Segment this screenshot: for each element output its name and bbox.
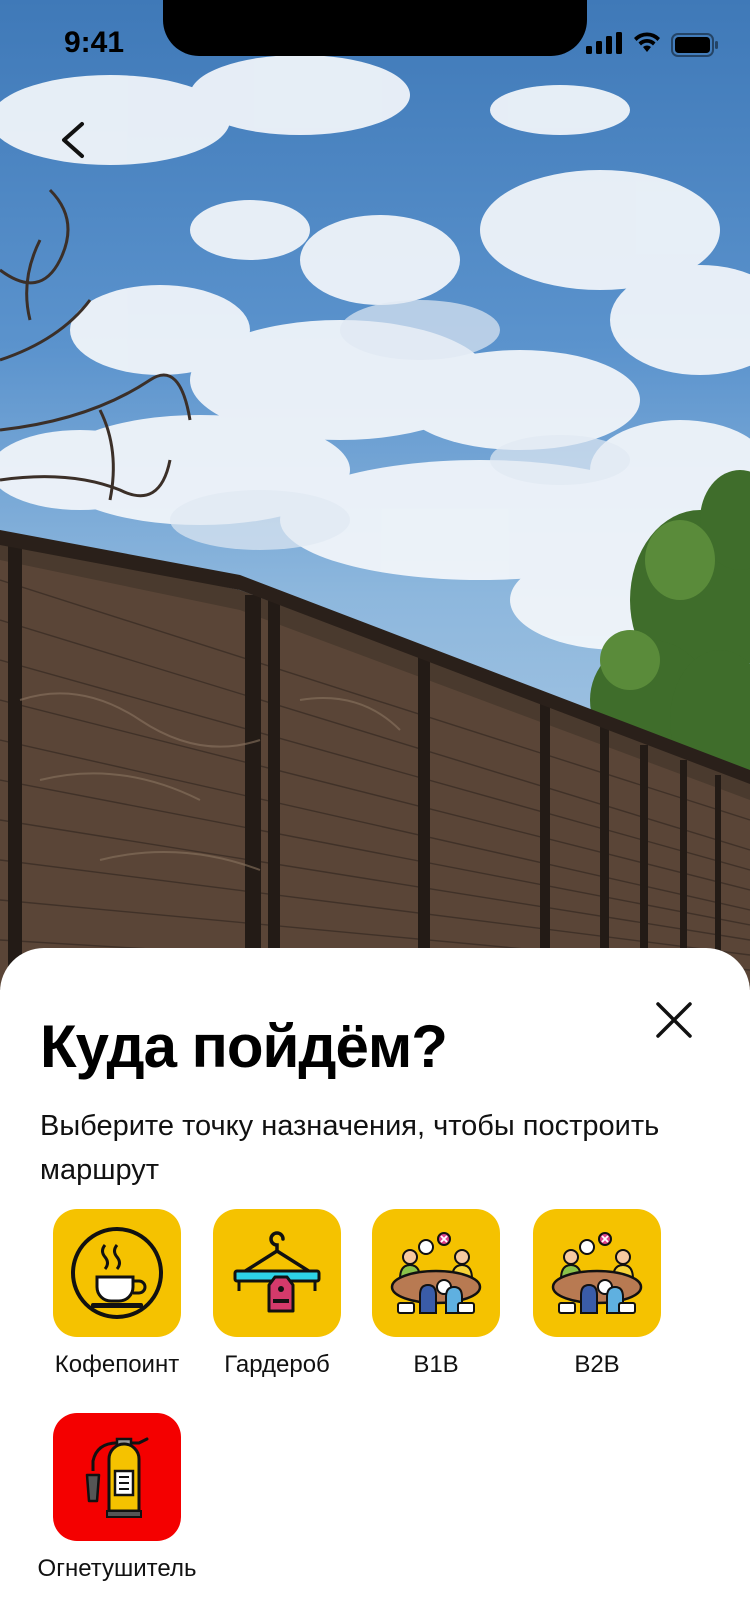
destination-label: Гардероб [224, 1351, 330, 1378]
meeting-table-icon [551, 1232, 643, 1314]
meeting-table-icon [390, 1232, 482, 1314]
close-icon [656, 1002, 692, 1038]
cellular-signal-icon [586, 32, 622, 54]
destination-label: B1B [413, 1351, 459, 1378]
fire-extinguisher-icon [85, 1437, 149, 1518]
destination-icon-tile [53, 1209, 181, 1337]
destination-icon-tile [53, 1413, 181, 1541]
notch [163, 0, 587, 56]
status-bar: 9:41 [0, 0, 750, 90]
destination-label: Кофепоинт [54, 1351, 180, 1378]
status-time: 9:41 [64, 26, 125, 59]
destination-b1b[interactable]: B1B [349, 1209, 523, 1379]
destination-icon-tile [213, 1209, 341, 1337]
chevron-left-icon [62, 122, 84, 158]
sheet-subtitle: Выберите точку назначения, чтобы построи… [40, 1110, 660, 1186]
hanger-icon [233, 1231, 321, 1313]
destination-fire-extinguisher[interactable]: Огнетушитель [30, 1413, 204, 1583]
destination-icon-tile [533, 1209, 661, 1337]
destination-icon-tile [372, 1209, 500, 1337]
sheet-title: Куда пойдём? [40, 1013, 448, 1080]
battery-icon [671, 33, 718, 57]
back-button[interactable] [50, 110, 100, 170]
coffee-cup-icon [71, 1227, 163, 1319]
destination-b2b[interactable]: B2B [510, 1209, 684, 1379]
wifi-icon [634, 32, 660, 52]
destination-coffee-point[interactable]: Кофепоинт [30, 1209, 204, 1379]
destination-cloakroom[interactable]: Гардероб [190, 1209, 364, 1379]
destination-label: B2B [574, 1351, 620, 1378]
close-button[interactable] [650, 996, 698, 1044]
destination-sheet: Куда пойдём? Выберите точку назначения, … [0, 948, 750, 1624]
sky-and-fence-photo [0, 55, 750, 990]
hero-photo [0, 0, 750, 990]
destination-label: Огнетушитель [37, 1555, 197, 1582]
